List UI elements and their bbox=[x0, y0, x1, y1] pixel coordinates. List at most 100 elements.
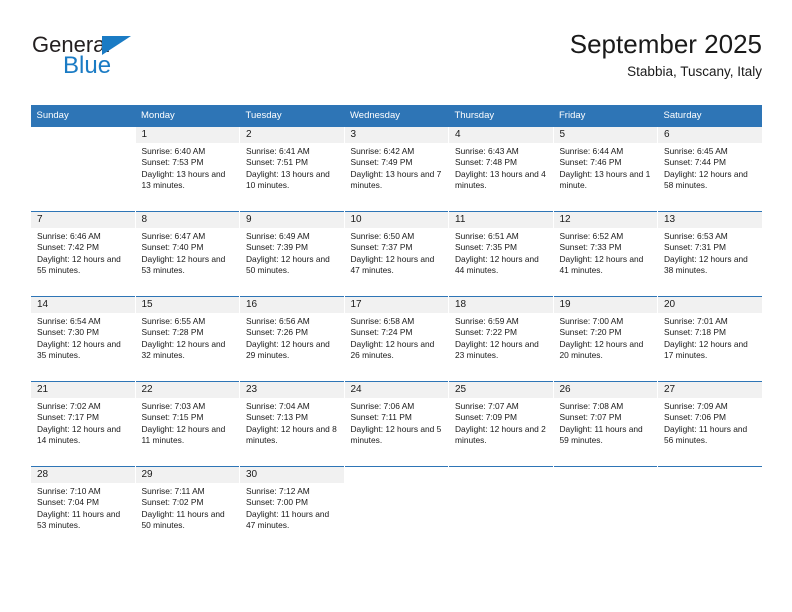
calendar-body: 1 Sunrise: 6:40 AM Sunset: 7:53 PM Dayli… bbox=[30, 126, 762, 551]
day-cell[interactable]: 7 Sunrise: 6:46 AM Sunset: 7:42 PM Dayli… bbox=[30, 211, 135, 297]
sunrise-line: Sunrise: 6:59 AM bbox=[455, 316, 519, 326]
day-cell[interactable]: 5 Sunrise: 6:44 AM Sunset: 7:46 PM Dayli… bbox=[552, 126, 658, 212]
day-cell[interactable]: 25 Sunrise: 7:07 AM Sunset: 7:09 PM Dayl… bbox=[448, 381, 553, 467]
sunset-line: Sunset: 7:46 PM bbox=[559, 157, 622, 168]
day-details: Sunrise: 7:06 AM Sunset: 7:11 PM Dayligh… bbox=[345, 398, 449, 447]
day-cell[interactable]: 11 Sunrise: 6:51 AM Sunset: 7:35 PM Dayl… bbox=[448, 211, 553, 297]
daylight-line: Daylight: 11 hours and 56 minutes. bbox=[664, 423, 748, 446]
calendar-table: Sunday Monday Tuesday Wednesday Thursday… bbox=[30, 105, 762, 551]
sunset-line: Sunset: 7:33 PM bbox=[559, 242, 622, 253]
day-cell[interactable]: 12 Sunrise: 6:52 AM Sunset: 7:33 PM Dayl… bbox=[552, 211, 658, 297]
sunrise-line: Sunrise: 6:52 AM bbox=[559, 231, 624, 241]
day-details: Sunrise: 7:04 AM Sunset: 7:13 PM Dayligh… bbox=[240, 398, 344, 447]
day-cell[interactable]: 22 Sunrise: 7:03 AM Sunset: 7:15 PM Dayl… bbox=[134, 381, 240, 467]
weekday-header-monday: Monday bbox=[135, 105, 240, 127]
day-cell[interactable]: 17 Sunrise: 6:58 AM Sunset: 7:24 PM Dayl… bbox=[343, 296, 449, 382]
day-cell[interactable]: 20 Sunrise: 7:01 AM Sunset: 7:18 PM Dayl… bbox=[657, 296, 762, 382]
sunset-line: Sunset: 7:20 PM bbox=[559, 327, 622, 338]
sunrise-line: Sunrise: 6:45 AM bbox=[664, 146, 728, 156]
day-cell[interactable]: 14 Sunrise: 6:54 AM Sunset: 7:30 PM Dayl… bbox=[30, 296, 135, 382]
daylight-line: Daylight: 12 hours and 53 minutes. bbox=[141, 253, 226, 276]
day-number: 15 bbox=[135, 297, 239, 313]
daylight-line: Daylight: 13 hours and 10 minutes. bbox=[246, 168, 330, 191]
sunrise-line: Sunrise: 6:43 AM bbox=[455, 146, 519, 156]
weekday-header-tuesday: Tuesday bbox=[239, 105, 344, 127]
daylight-line: Daylight: 11 hours and 47 minutes. bbox=[246, 508, 330, 531]
day-details: Sunrise: 6:52 AM Sunset: 7:33 PM Dayligh… bbox=[554, 228, 658, 277]
day-details: Sunrise: 6:56 AM Sunset: 7:26 PM Dayligh… bbox=[240, 313, 344, 362]
day-cell[interactable]: 15 Sunrise: 6:55 AM Sunset: 7:28 PM Dayl… bbox=[134, 296, 240, 382]
day-cell[interactable]: 9 Sunrise: 6:49 AM Sunset: 7:39 PM Dayli… bbox=[239, 211, 344, 297]
sunrise-line: Sunrise: 6:40 AM bbox=[141, 146, 206, 156]
day-details: Sunrise: 6:46 AM Sunset: 7:42 PM Dayligh… bbox=[31, 228, 135, 277]
sunset-line: Sunset: 7:15 PM bbox=[141, 412, 204, 423]
week-row: 14 Sunrise: 6:54 AM Sunset: 7:30 PM Dayl… bbox=[30, 296, 762, 382]
day-cell[interactable]: 29 Sunrise: 7:11 AM Sunset: 7:02 PM Dayl… bbox=[134, 466, 240, 551]
daylight-line: Daylight: 12 hours and 47 minutes. bbox=[350, 253, 435, 276]
day-cell[interactable]: 6 Sunrise: 6:45 AM Sunset: 7:44 PM Dayli… bbox=[657, 126, 762, 212]
sunset-line: Sunset: 7:06 PM bbox=[664, 412, 726, 423]
daylight-line: Daylight: 13 hours and 4 minutes. bbox=[455, 168, 546, 191]
sunrise-line: Sunrise: 7:04 AM bbox=[246, 401, 310, 411]
day-number: 23 bbox=[240, 382, 344, 398]
day-cell[interactable]: 18 Sunrise: 6:59 AM Sunset: 7:22 PM Dayl… bbox=[448, 296, 553, 382]
day-cell[interactable]: 21 Sunrise: 7:02 AM Sunset: 7:17 PM Dayl… bbox=[30, 381, 135, 467]
day-cell[interactable]: 2 Sunrise: 6:41 AM Sunset: 7:51 PM Dayli… bbox=[239, 126, 344, 212]
sunset-line: Sunset: 7:24 PM bbox=[350, 327, 413, 338]
day-cell[interactable]: 24 Sunrise: 7:06 AM Sunset: 7:11 PM Dayl… bbox=[343, 381, 449, 467]
day-cell[interactable]: 16 Sunrise: 6:56 AM Sunset: 7:26 PM Dayl… bbox=[239, 296, 344, 382]
day-number: 3 bbox=[344, 127, 448, 143]
daylight-line: Daylight: 11 hours and 59 minutes. bbox=[559, 423, 643, 446]
brand-name-blue: Blue bbox=[63, 52, 112, 79]
day-details: Sunrise: 6:45 AM Sunset: 7:44 PM Dayligh… bbox=[658, 143, 762, 192]
sunrise-line: Sunrise: 7:06 AM bbox=[350, 401, 415, 411]
day-number: 28 bbox=[31, 467, 135, 483]
daylight-line: Daylight: 12 hours and 14 minutes. bbox=[37, 423, 121, 446]
sunset-line: Sunset: 7:00 PM bbox=[246, 497, 308, 508]
day-number: 2 bbox=[240, 127, 344, 143]
day-cell[interactable]: 10 Sunrise: 6:50 AM Sunset: 7:37 PM Dayl… bbox=[343, 211, 449, 297]
day-details: Sunrise: 6:42 AM Sunset: 7:49 PM Dayligh… bbox=[345, 143, 449, 192]
day-details: Sunrise: 7:01 AM Sunset: 7:18 PM Dayligh… bbox=[658, 313, 762, 362]
brand-logo[interactable]: General Blue bbox=[30, 32, 240, 90]
day-number bbox=[344, 467, 448, 483]
day-number: 26 bbox=[553, 382, 657, 398]
sunset-line: Sunset: 7:07 PM bbox=[559, 412, 622, 423]
daylight-line: Daylight: 13 hours and 13 minutes. bbox=[141, 168, 226, 191]
daylight-line: Daylight: 11 hours and 53 minutes. bbox=[37, 508, 121, 531]
sunrise-line: Sunrise: 7:01 AM bbox=[664, 316, 728, 326]
day-cell[interactable]: 19 Sunrise: 7:00 AM Sunset: 7:20 PM Dayl… bbox=[552, 296, 658, 382]
day-number: 24 bbox=[344, 382, 448, 398]
day-cell[interactable]: 3 Sunrise: 6:42 AM Sunset: 7:49 PM Dayli… bbox=[343, 126, 449, 212]
day-cell[interactable]: 13 Sunrise: 6:53 AM Sunset: 7:31 PM Dayl… bbox=[657, 211, 762, 297]
daylight-line: Daylight: 12 hours and 5 minutes. bbox=[350, 423, 442, 446]
day-cell[interactable]: 1 Sunrise: 6:40 AM Sunset: 7:53 PM Dayli… bbox=[134, 126, 240, 212]
day-cell[interactable]: 4 Sunrise: 6:43 AM Sunset: 7:48 PM Dayli… bbox=[448, 126, 553, 212]
sunset-line: Sunset: 7:13 PM bbox=[246, 412, 308, 423]
daylight-line: Daylight: 12 hours and 29 minutes. bbox=[246, 338, 330, 361]
sunset-line: Sunset: 7:37 PM bbox=[350, 242, 413, 253]
weekday-header-row: Sunday Monday Tuesday Wednesday Thursday… bbox=[30, 105, 762, 127]
sunrise-line: Sunrise: 7:03 AM bbox=[141, 401, 206, 411]
day-cell[interactable]: 28 Sunrise: 7:10 AM Sunset: 7:04 PM Dayl… bbox=[30, 466, 135, 551]
day-details: Sunrise: 7:03 AM Sunset: 7:15 PM Dayligh… bbox=[136, 398, 240, 447]
day-details: Sunrise: 7:00 AM Sunset: 7:20 PM Dayligh… bbox=[554, 313, 658, 362]
sunrise-line: Sunrise: 7:02 AM bbox=[37, 401, 101, 411]
day-details bbox=[658, 483, 762, 486]
day-details: Sunrise: 7:10 AM Sunset: 7:04 PM Dayligh… bbox=[31, 483, 135, 532]
daylight-line: Daylight: 12 hours and 50 minutes. bbox=[246, 253, 330, 276]
day-cell[interactable]: 26 Sunrise: 7:08 AM Sunset: 7:07 PM Dayl… bbox=[552, 381, 658, 467]
daylight-line: Daylight: 12 hours and 44 minutes. bbox=[455, 253, 539, 276]
day-number: 21 bbox=[31, 382, 135, 398]
sunrise-line: Sunrise: 6:50 AM bbox=[350, 231, 415, 241]
weekday-header-thursday: Thursday bbox=[448, 105, 553, 127]
daylight-line: Daylight: 12 hours and 20 minutes. bbox=[559, 338, 644, 361]
day-cell[interactable] bbox=[30, 126, 135, 212]
day-cell[interactable]: 27 Sunrise: 7:09 AM Sunset: 7:06 PM Dayl… bbox=[657, 381, 762, 467]
sunset-line: Sunset: 7:51 PM bbox=[246, 157, 308, 168]
day-cell[interactable]: 23 Sunrise: 7:04 AM Sunset: 7:13 PM Dayl… bbox=[239, 381, 344, 467]
sunrise-line: Sunrise: 6:51 AM bbox=[455, 231, 519, 241]
day-cell[interactable]: 30 Sunrise: 7:12 AM Sunset: 7:00 PM Dayl… bbox=[239, 466, 344, 551]
day-cell[interactable]: 8 Sunrise: 6:47 AM Sunset: 7:40 PM Dayli… bbox=[134, 211, 240, 297]
day-cell bbox=[343, 466, 449, 551]
